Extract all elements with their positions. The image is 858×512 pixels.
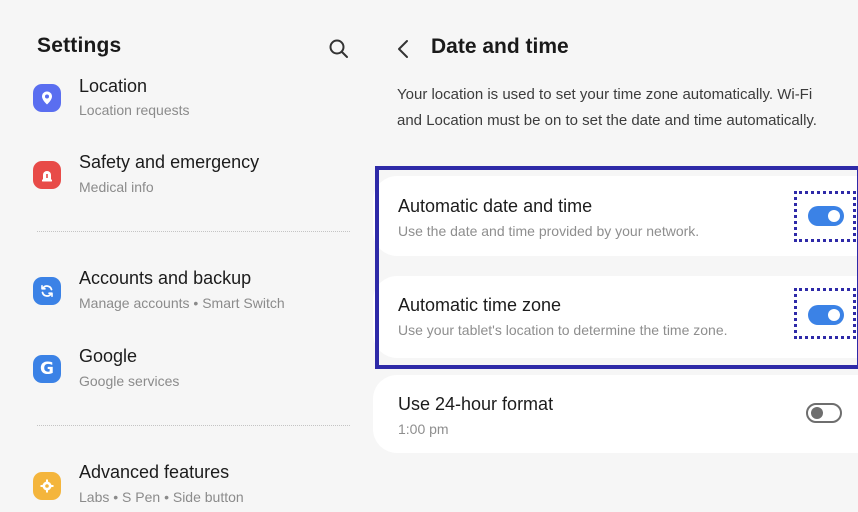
sidebar-item-location[interactable]: Location Location requests	[33, 76, 353, 132]
sidebar-item-accounts[interactable]: Accounts and backup Manage accounts • Sm…	[33, 268, 353, 324]
emergency-alert-icon	[33, 161, 61, 189]
setting-24-hour-format[interactable]: Use 24-hour format 1:00 pm	[373, 375, 858, 453]
sidebar-item-subtitle: Labs • S Pen • Side button	[79, 489, 244, 505]
settings-sidebar: Settings Location Location requests Safe…	[0, 0, 370, 512]
setting-subtitle: 1:00 pm	[398, 421, 449, 437]
divider	[37, 231, 350, 232]
sidebar-item-safety[interactable]: Safety and emergency Medical info	[33, 152, 353, 208]
sidebar-item-title: Safety and emergency	[79, 152, 260, 172]
google-g-icon: G	[33, 355, 61, 383]
24-hour-format-toggle[interactable]	[806, 403, 842, 423]
location-pin-icon	[33, 84, 61, 112]
sidebar-title: Settings	[37, 34, 122, 57]
page-title: Date and time	[431, 35, 569, 58]
sync-icon	[33, 277, 61, 305]
setting-automatic-time-zone[interactable]: Automatic time zone Use your tablet's lo…	[373, 276, 858, 358]
sidebar-item-advanced-features[interactable]: Advanced features Labs • S Pen • Side bu…	[33, 462, 353, 512]
sidebar-item-subtitle: Location requests	[79, 102, 190, 118]
setting-title: Automatic time zone	[398, 295, 562, 315]
setting-title: Use 24-hour format	[398, 394, 554, 414]
sidebar-item-subtitle: Google services	[79, 373, 180, 389]
sidebar-item-google[interactable]: G Google Google services	[33, 346, 353, 402]
setting-subtitle: Use your tablet's location to determine …	[398, 322, 728, 338]
setting-title: Automatic date and time	[398, 196, 593, 216]
sidebar-item-title: Advanced features	[79, 462, 230, 482]
back-chevron-icon[interactable]	[394, 38, 414, 60]
search-icon[interactable]	[328, 38, 350, 60]
automatic-date-time-toggle[interactable]	[808, 206, 844, 226]
advanced-features-icon	[33, 472, 61, 500]
setting-automatic-date-time[interactable]: Automatic date and time Use the date and…	[373, 176, 858, 256]
sidebar-item-subtitle: Medical info	[79, 179, 154, 195]
sidebar-item-subtitle: Manage accounts • Smart Switch	[79, 295, 285, 311]
divider	[37, 425, 350, 426]
sidebar-item-title: Google	[79, 346, 138, 366]
sidebar-item-title: Accounts and backup	[79, 268, 252, 288]
sidebar-item-title: Location	[79, 76, 148, 96]
automatic-time-zone-toggle[interactable]	[808, 305, 844, 325]
setting-subtitle: Use the date and time provided by your n…	[398, 223, 700, 239]
date-time-description: Your location is used to set your time z…	[397, 86, 817, 129]
